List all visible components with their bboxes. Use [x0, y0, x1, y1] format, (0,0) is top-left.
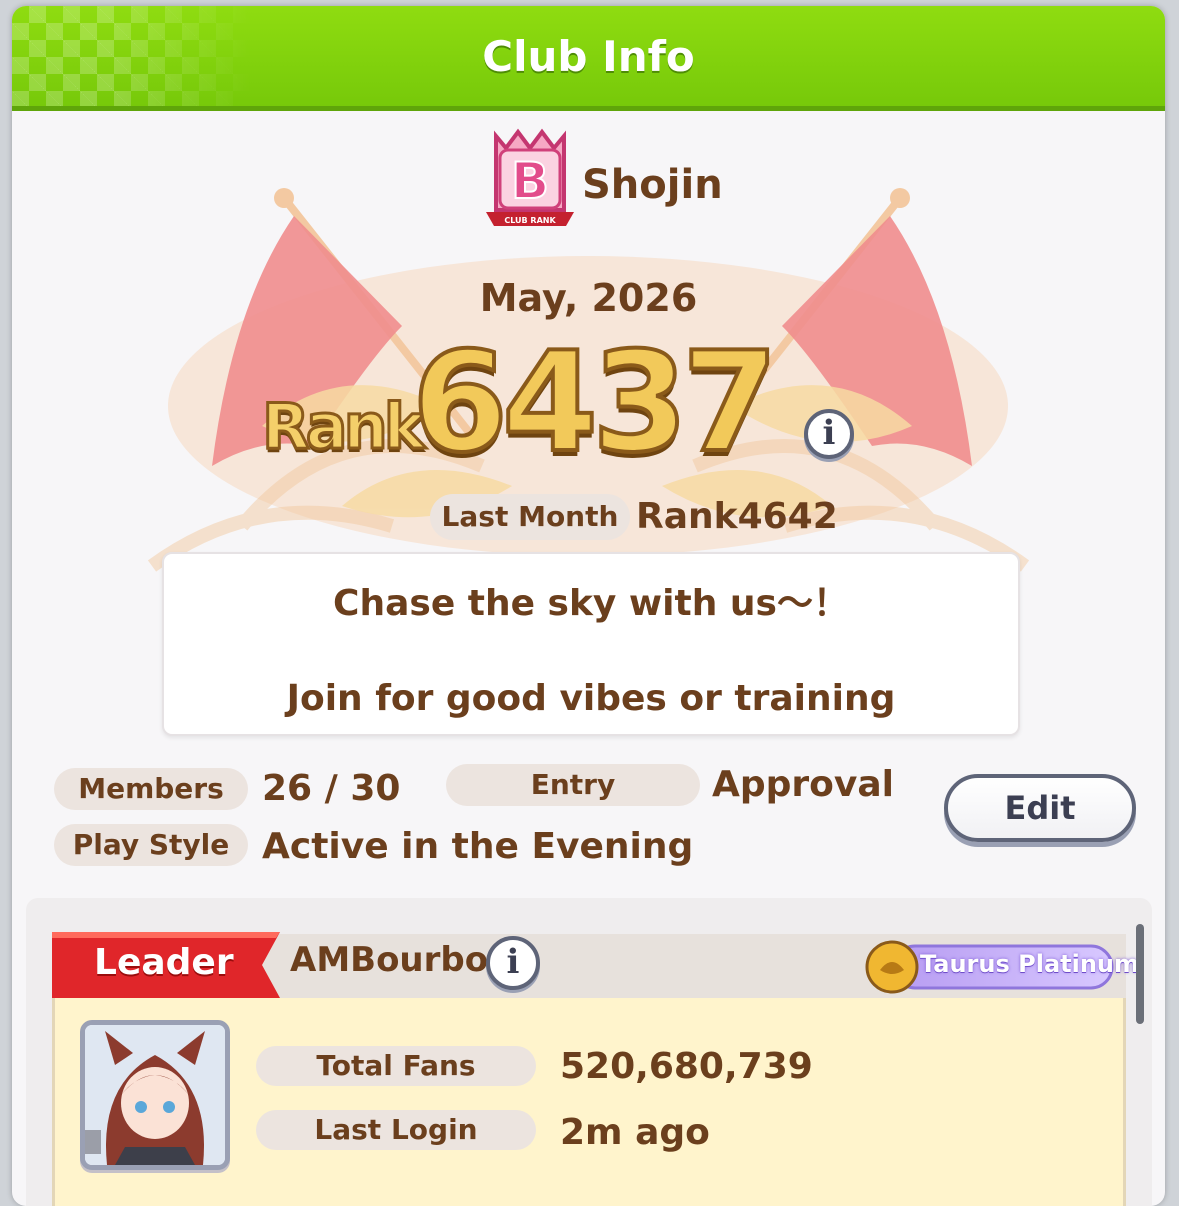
title-badge-label: Taurus Platinum	[920, 950, 1140, 978]
rank-word: Rank	[261, 389, 427, 465]
rank-info-button[interactable]: i	[804, 409, 854, 459]
club-name: Shojin	[582, 162, 723, 208]
panel-title: Club Info	[482, 32, 695, 81]
panel-header: Club Info	[12, 6, 1165, 111]
total-fans-value: 520,680,739	[560, 1046, 813, 1087]
entry-label: Entry	[446, 764, 700, 806]
motto-line-1: Chase the sky with us～！	[333, 583, 849, 624]
member-avatar[interactable]	[80, 1020, 230, 1170]
ranking-month: May, 2026	[479, 276, 698, 320]
last-login-label: Last Login	[256, 1110, 536, 1150]
current-rank: Rank 6437	[261, 320, 842, 486]
last-month-label: Last Month	[430, 494, 630, 540]
rank-number: 6437	[410, 320, 780, 485]
member-role: Leader	[94, 942, 234, 983]
character-portrait-icon	[85, 1025, 225, 1165]
club-motto-box: Chase the sky with us～！ Join for good vi…	[162, 552, 1020, 736]
last-login-value: 2m ago	[560, 1112, 710, 1153]
last-month-rank: Rank4642	[636, 496, 838, 537]
entry-value: Approval	[712, 764, 894, 805]
members-label: Members	[54, 768, 248, 810]
motto-line-2: Join for good vibes or training	[286, 678, 896, 719]
member-list-scrollbar[interactable]	[1136, 924, 1144, 1024]
member-name: AMBourbon	[290, 940, 513, 980]
club-info-panel: Club Info B CLUB RANK Shojin May, 2026 R…	[12, 6, 1165, 1206]
playstyle-value: Active in the Evening	[262, 826, 694, 867]
club-rank-badge-icon: B CLUB RANK	[486, 128, 574, 226]
edit-button[interactable]: Edit	[944, 774, 1136, 842]
rank-badge-letter: B	[511, 152, 549, 210]
total-fans-label: Total Fans	[256, 1046, 536, 1086]
member-info-button[interactable]: i	[486, 936, 540, 990]
members-value: 26 / 30	[262, 768, 401, 809]
rank-badge-caption: CLUB RANK	[504, 216, 556, 225]
playstyle-label: Play Style	[54, 824, 248, 866]
